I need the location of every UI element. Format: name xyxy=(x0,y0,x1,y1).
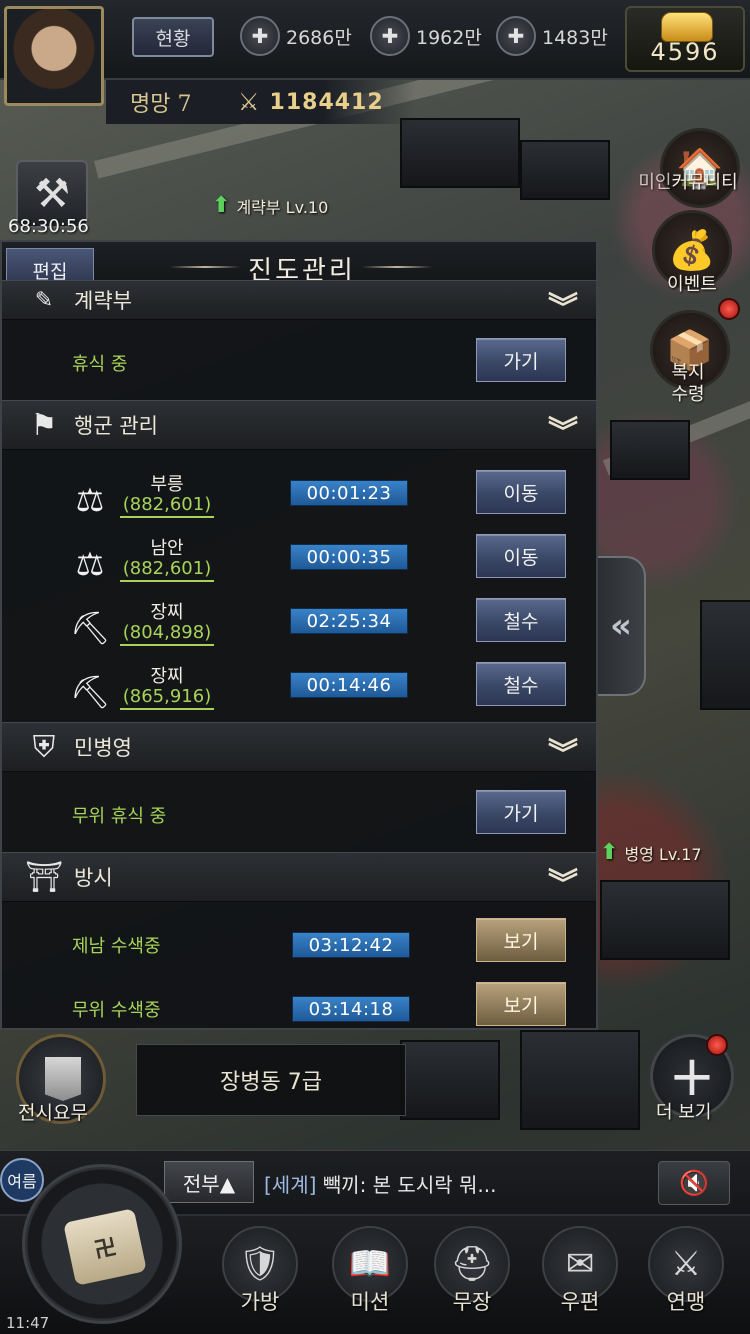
chat-channel: [세계] xyxy=(264,1173,317,1197)
double-chevron-left-icon: « xyxy=(610,606,632,646)
player-stats-bar: 명망 7 ⚔ 1184412 xyxy=(106,80,416,124)
banner-icon xyxy=(45,1057,81,1101)
welfare-label: 복지 수령 xyxy=(671,362,705,405)
stone-icon: ✚ xyxy=(496,16,536,56)
march-timer: 00:00:35 xyxy=(290,544,408,570)
quest-tip[interactable]: 장병동 7급 xyxy=(136,1044,406,1116)
chevron-down-icon: ︾ xyxy=(548,415,578,450)
combat-power: 1184412 xyxy=(269,89,384,115)
upgrade-arrow-icon: ⬆ xyxy=(600,840,619,865)
gold-balance[interactable]: 4596 xyxy=(625,6,745,72)
notification-dot xyxy=(706,1034,728,1056)
view-button[interactable]: 보기 xyxy=(476,982,566,1026)
march-row: ⛏ 장찌 (804,898) 02:25:34 철수 xyxy=(2,596,596,660)
move-button[interactable]: 이동 xyxy=(476,470,566,514)
building[interactable] xyxy=(600,880,730,960)
view-button[interactable]: 보기 xyxy=(476,918,566,962)
building[interactable] xyxy=(400,1040,500,1120)
nav-bag[interactable]: 🛡 가방 xyxy=(218,1226,302,1326)
system-clock: 11:47 xyxy=(6,1314,50,1332)
march-timer: 02:25:34 xyxy=(290,608,408,634)
resource-stone[interactable]: ✚ 1483만 xyxy=(496,14,608,58)
withdraw-button[interactable]: 철수 xyxy=(476,662,566,706)
pickaxe-icon: ⛏ xyxy=(70,673,111,711)
speaker-mute-icon: 🔇 xyxy=(679,1169,709,1197)
move-button[interactable]: 이동 xyxy=(476,534,566,578)
market-search-status: 제남 수색중 xyxy=(72,936,161,957)
status-button[interactable]: 현황 xyxy=(132,17,214,57)
market-timer: 03:14:18 xyxy=(292,996,410,1022)
resource-grain[interactable]: ✚ 2686만 xyxy=(240,14,352,58)
banner-icon: ⚑ xyxy=(30,407,58,443)
building[interactable] xyxy=(400,118,520,188)
gate-icon: ⛩ xyxy=(24,859,64,895)
militia-status: 무위 휴식 중 xyxy=(72,806,167,827)
nav-mail[interactable]: ✉ 우편 xyxy=(538,1226,622,1326)
goto-button[interactable]: 가기 xyxy=(476,790,566,834)
strategy-status: 휴식 중 xyxy=(72,354,128,375)
section-header-strategy[interactable]: ✎ 계략부 ︾ xyxy=(2,280,596,326)
barracks-building-label[interactable]: ⬆ 병영 Lv.17 xyxy=(600,840,702,865)
chat-filter-dropdown[interactable]: 전부▲ xyxy=(164,1161,254,1203)
strategy-building-label[interactable]: ⬆ 계략부 Lv.10 xyxy=(212,193,328,218)
event-label: 이벤트 xyxy=(667,274,717,295)
title-ornament xyxy=(362,266,432,268)
player-avatar[interactable] xyxy=(4,6,104,106)
crossed-swords-icon: ⚔ xyxy=(238,88,260,116)
chevron-down-icon: ︾ xyxy=(548,867,578,902)
building[interactable] xyxy=(520,1030,640,1130)
main-menu-button[interactable]: 卍 xyxy=(22,1164,182,1324)
section-header-militia[interactable]: ⛨ 민병영 ︾ xyxy=(2,722,596,772)
market-timer: 03:12:42 xyxy=(292,932,410,958)
resource-coin[interactable]: ✚ 1962만 xyxy=(370,14,482,58)
march-row: ⚖ 남안 (882,601) 00:00:35 이동 xyxy=(2,532,596,596)
march-coordinate-link[interactable]: (882,601) xyxy=(120,558,214,582)
coin-amount: 1962만 xyxy=(416,26,482,49)
hammer-icon: ⚒ xyxy=(34,171,70,217)
section-header-march[interactable]: ⚑ 행군 관리 ︾ xyxy=(2,400,596,450)
march-coordinate-link[interactable]: (865,916) xyxy=(120,686,214,710)
quest-label: 전시요무 xyxy=(18,1102,88,1124)
build-timer: 68:30:56 xyxy=(8,216,89,237)
building[interactable] xyxy=(520,140,610,200)
nav-alliance[interactable]: ⚔ 연맹 xyxy=(644,1226,728,1326)
more-label: 더 보기 xyxy=(656,1102,712,1123)
scroll-icon: 卍 xyxy=(63,1208,147,1286)
market-search-status: 무위 수색중 xyxy=(72,1000,161,1021)
building[interactable] xyxy=(700,600,750,710)
withdraw-button[interactable]: 철수 xyxy=(476,598,566,642)
upgrade-arrow-icon: ⬆ xyxy=(212,193,231,218)
grain-amount: 2686만 xyxy=(286,26,352,49)
notification-dot xyxy=(718,298,740,320)
gold-amount: 4596 xyxy=(650,38,720,66)
section-header-market[interactable]: ⛩ 방시 ︾ xyxy=(2,852,596,902)
pickaxe-icon: ⛏ xyxy=(70,609,111,647)
chat-message[interactable]: [세계] 빽끼: 본 도시락 뭐... xyxy=(264,1169,496,1198)
chevron-down-icon: ︾ xyxy=(548,737,578,772)
shield-icon: ⛨ xyxy=(32,729,56,765)
building[interactable] xyxy=(610,420,690,480)
nav-mission[interactable]: 📖 미션 xyxy=(328,1226,412,1326)
scale-icon: ⚖ xyxy=(75,481,105,519)
fame-level[interactable]: 명망 7 xyxy=(130,86,230,118)
march-timer: 00:14:46 xyxy=(290,672,408,698)
chevron-down-icon: ︾ xyxy=(548,291,578,326)
march-row: ⚖ 부릉 (882,601) 00:01:23 이동 xyxy=(2,468,596,532)
nav-general[interactable]: ⛑ 무장 xyxy=(430,1226,514,1326)
progress-management-panel: 편집 진도관리 ✎ 계략부 ︾ 휴식 중 가기 ⚑ 행군 관리 ︾ ⚖ 부릉 (… xyxy=(0,240,598,1030)
mute-button[interactable]: 🔇 xyxy=(658,1161,730,1205)
stone-amount: 1483만 xyxy=(542,26,608,49)
march-coordinate-link[interactable]: (804,898) xyxy=(120,622,214,646)
march-row: ⛏ 장찌 (865,916) 00:14:46 철수 xyxy=(2,660,596,724)
grain-icon: ✚ xyxy=(240,16,280,56)
march-timer: 00:01:23 xyxy=(290,480,408,506)
scale-icon: ⚖ xyxy=(75,545,105,583)
collapse-panel-button[interactable]: « xyxy=(598,556,646,696)
march-coordinate-link[interactable]: (882,601) xyxy=(120,494,214,518)
community-label: 미인커뮤니티 xyxy=(638,172,738,193)
scroll-icon: ✎ xyxy=(34,287,54,313)
coin-icon: ✚ xyxy=(370,16,410,56)
goto-button[interactable]: 가기 xyxy=(476,338,566,382)
event-pouch-icon: 💰 xyxy=(668,227,716,272)
